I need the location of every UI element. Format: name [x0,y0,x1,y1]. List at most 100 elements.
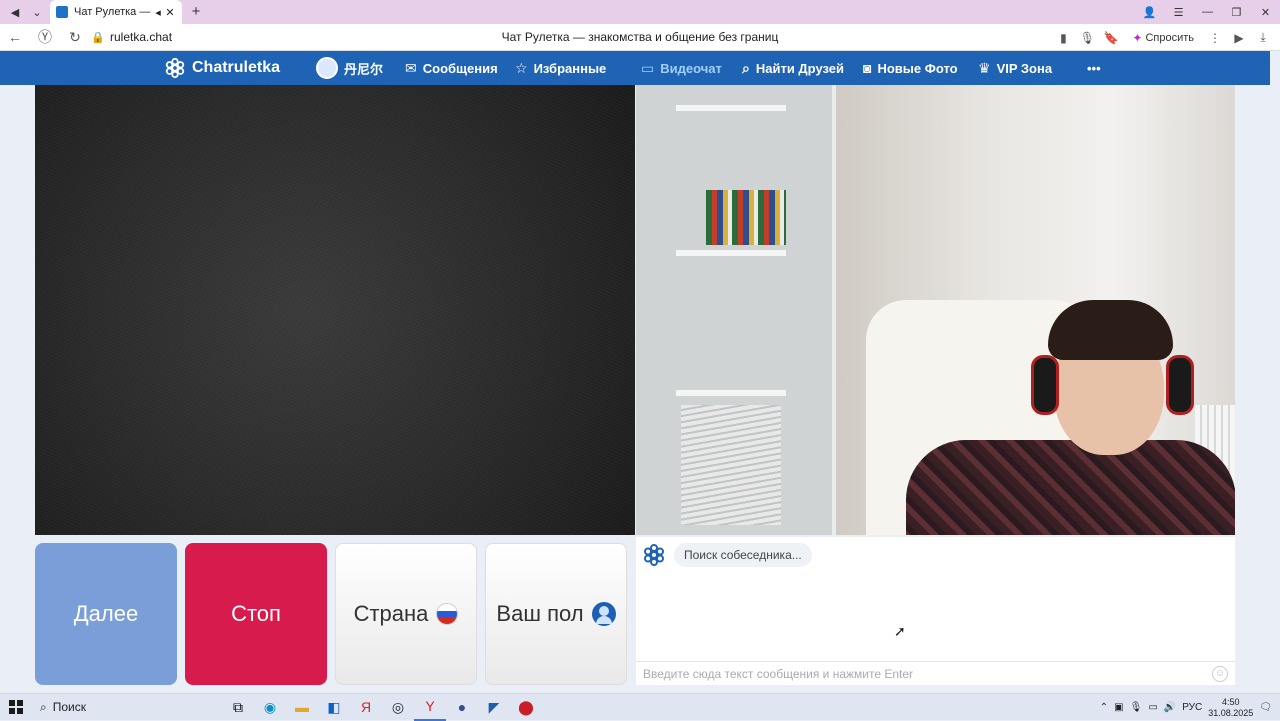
next-label: Далее [73,601,139,626]
back-icon[interactable]: ← [0,24,30,51]
logo-text: Chatruletka [192,59,281,76]
os-taskbar: ⌕ Поиск ⧉ ◉ ▬ ◧ Я ◎ Y ● ◤ ⬤ ⌃ ▣ 🎙 ▭ 🔊 РУ… [0,693,1280,721]
nav-find-friends-label: Найти Друзей [755,60,845,76]
nav-new-photos-label: Новые Фото [877,60,958,76]
download-icon[interactable]: ⤓ [1254,29,1272,47]
steam-icon[interactable]: ◎ [382,694,414,721]
url-text[interactable]: ruletka.chat [110,30,172,44]
app-record-icon[interactable]: ⬤ [510,694,542,721]
ask-label: Спросить [1145,31,1194,44]
ask-button[interactable]: ✦ Спросить [1126,31,1200,45]
country-button[interactable]: Страна [335,543,477,685]
new-tab-button[interactable]: + [186,2,206,22]
nav-new-photos[interactable]: ◙ Новые Фото [863,51,958,85]
restore-icon[interactable]: ❐ [1222,0,1251,24]
gender-label: Ваш пол [496,601,584,626]
site-favicon-icon [56,6,68,18]
russia-flag-icon [436,603,459,625]
speaker-icon[interactable]: ◂ [152,6,164,19]
user-profile-link[interactable]: 丹尼尔 [316,51,383,85]
user-name: 丹尼尔 [344,61,384,77]
headphone-right [1166,355,1194,415]
partner-video [35,85,635,535]
video-bookshelf [636,85,836,535]
chat-message-input[interactable] [643,666,1212,681]
shelf-board [676,390,786,396]
app-circle-icon[interactable]: ● [446,694,478,721]
tab-list-icon[interactable]: ⌄ [26,1,48,23]
camera-icon[interactable]: ▮ [1054,29,1072,47]
reload-icon[interactable]: ↻ [60,24,90,51]
more-dots-icon: ••• [1087,60,1101,76]
nav-vip-label: VIP Зона [996,60,1053,76]
network-icon[interactable]: ▭ [1148,702,1157,713]
microphone-icon[interactable]: 🎙 [1078,29,1096,47]
site-navbar: Chatruletka 丹尼尔 ✉ Сообщения ☆ Избранные … [0,51,1280,85]
chat-input-row: ☺ [636,661,1235,685]
yandex-icon[interactable]: Ⓨ [30,24,60,51]
photo-camera-icon: ◙ [863,60,872,76]
nav-messages[interactable]: ✉ Сообщения [405,51,498,85]
shelf-books [706,190,786,245]
tray-mic-icon[interactable]: 🎙 [1130,702,1143,713]
self-video [636,85,1235,535]
nav-favorites[interactable]: ☆ Избранные [515,51,606,85]
nav-find-friends[interactable]: ⌕ Найти Друзей [742,51,844,85]
nav-videochat[interactable]: ▭ Видеочат [641,51,722,85]
emoji-icon[interactable]: ☺ [1212,665,1228,682]
gender-button[interactable]: Ваш пол [485,543,627,685]
minimize-icon[interactable]: — [1193,0,1222,24]
browser-tab[interactable]: Чат Рулетка — знак ◂ ✕ [50,0,182,24]
page-scrollbar[interactable] [1270,51,1280,693]
notifications-icon[interactable]: 🗨 [1259,702,1272,713]
shelf-board [676,105,786,111]
yandex-browser-icon[interactable]: Y [414,694,446,721]
media-icon[interactable]: ▶ [1230,29,1248,47]
crown-icon: ♛ [978,59,991,76]
menu-icon[interactable]: ☰ [1164,0,1193,24]
tray-camera-icon[interactable]: ▣ [1114,702,1123,713]
stop-button[interactable]: Стоп [185,543,327,685]
bookmark-icon[interactable]: 🔖 [1102,29,1120,47]
search-icon: ⌕ [742,59,750,76]
language-indicator[interactable]: РУС [1182,702,1202,713]
chatruletka-bot-icon [644,544,664,566]
country-label: Страна [353,601,429,626]
site-logo[interactable]: Chatruletka [164,51,280,85]
yandex-app-icon[interactable]: Я [350,694,382,721]
shelf-papers [681,405,781,525]
profile-icon[interactable]: 👤 [1135,0,1164,24]
nav-more-button[interactable]: ••• [1087,51,1101,85]
volume-icon[interactable]: 🔊 [1164,702,1176,713]
tray-overflow-icon[interactable]: ⌃ [1100,702,1108,713]
clock[interactable]: 4:50 31.08.2025 [1208,697,1253,719]
file-explorer-icon[interactable]: ▬ [286,694,318,721]
taskbar-search[interactable]: ⌕ Поиск [32,694,222,721]
lock-icon[interactable]: 🔒 [90,24,106,51]
nav-videochat-label: Видеочат [660,60,722,76]
envelope-icon: ✉ [405,59,417,76]
star-icon: ☆ [515,59,528,76]
mute-icon[interactable]: ◀ [4,1,26,23]
chat-panel: Поиск собеседника... ☺ [636,537,1235,685]
person-hair [1048,300,1173,360]
task-view-icon[interactable]: ⧉ [222,694,254,721]
video-person [906,295,1235,535]
outlook-icon[interactable]: ◧ [318,694,350,721]
close-window-icon[interactable]: ✕ [1251,0,1280,24]
next-button[interactable]: Далее [35,543,177,685]
nav-favorites-label: Избранные [533,60,607,76]
ai-star-icon: ✦ [1132,30,1143,45]
video-camera-icon: ▭ [641,59,655,76]
video-noise [35,85,635,535]
windows-logo-icon [9,700,23,714]
clock-date: 31.08.2025 [1208,707,1254,718]
status-bubble: Поиск собеседника... [674,543,812,567]
mouse-cursor-icon: ➚ [894,623,906,639]
vscode-icon[interactable]: ◤ [478,694,510,721]
nav-vip[interactable]: ♛ VIP Зона [978,51,1052,85]
close-tab-icon[interactable]: ✕ [164,6,176,19]
windows-start-icon[interactable] [0,694,32,721]
edge-icon[interactable]: ◉ [254,694,286,721]
kebab-menu-icon[interactable]: ⋮ [1206,29,1224,47]
